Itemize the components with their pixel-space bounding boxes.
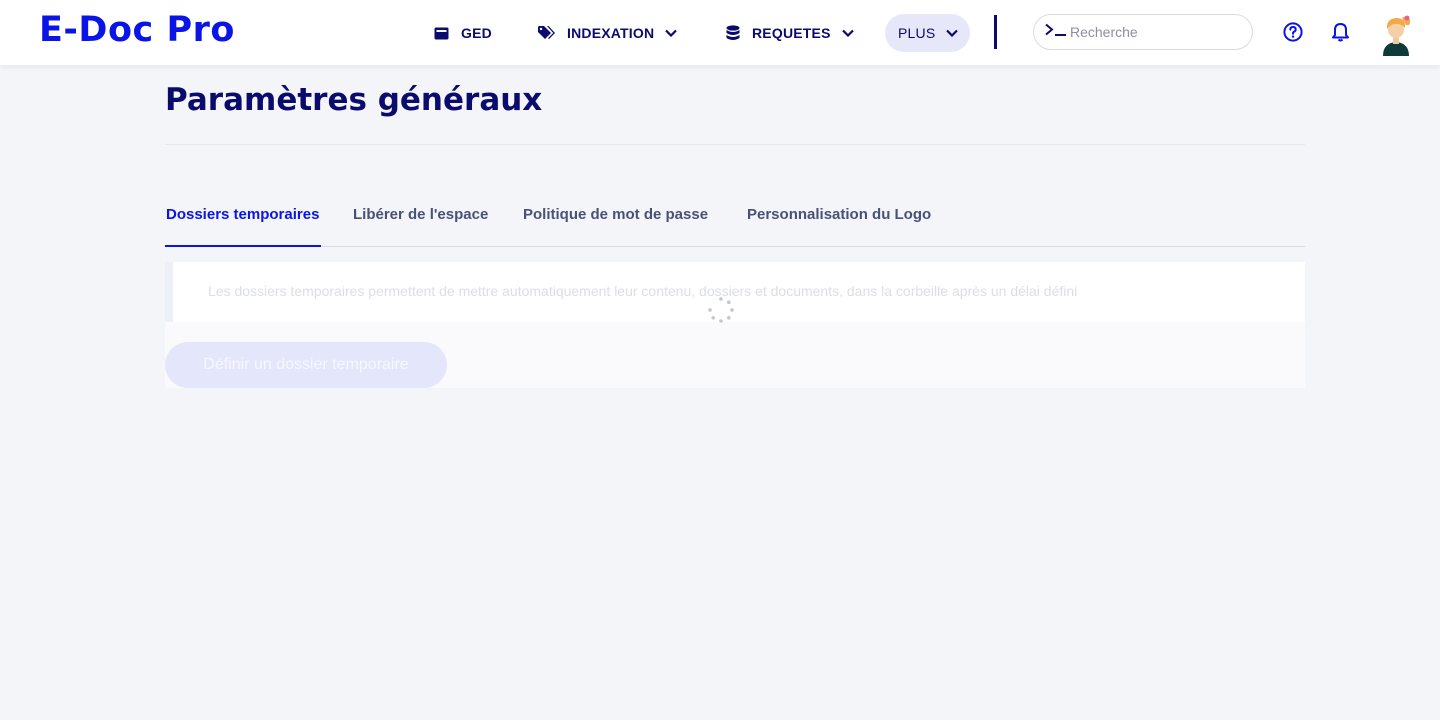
- database-icon: [726, 25, 740, 41]
- nav-indexation[interactable]: INDEXATION: [538, 14, 678, 52]
- title-divider: [165, 144, 1305, 145]
- nav-indexation-label: INDEXATION: [567, 25, 655, 41]
- settings-tabs: Dossiers temporaires Libérer de l'espace…: [165, 190, 1305, 247]
- terminal-prompt-icon: [1045, 23, 1067, 42]
- page-title: Paramètres généraux: [165, 82, 543, 118]
- search-box[interactable]: [1033, 14, 1253, 50]
- nav-requetes[interactable]: REQUETES: [726, 14, 854, 52]
- info-text: Les dossiers temporaires permettent de m…: [208, 283, 1078, 299]
- nav-plus[interactable]: PLUS: [885, 14, 970, 52]
- top-navigation-bar: E-Doc Pro GED INDEXATION REQUETES PLUS: [0, 0, 1440, 65]
- search-input[interactable]: [1070, 24, 1240, 40]
- tab-panel: Les dossiers temporaires permettent de m…: [165, 262, 1305, 388]
- define-temporary-folder-button[interactable]: Définir un dossier temporaire: [165, 342, 447, 388]
- app-logo[interactable]: E-Doc Pro: [39, 10, 235, 50]
- tab-liberer-espace[interactable]: Libérer de l'espace: [353, 206, 488, 223]
- archive-box-icon: [434, 27, 449, 40]
- bell-icon[interactable]: [1331, 22, 1350, 47]
- avatar[interactable]: [1377, 12, 1415, 58]
- chevron-down-icon: [841, 29, 854, 37]
- nav-requetes-label: REQUETES: [752, 25, 831, 41]
- chevron-down-icon: [946, 29, 959, 37]
- active-tab-indicator: [165, 245, 321, 247]
- nav-divider: [994, 15, 997, 49]
- nav-plus-label: PLUS: [898, 25, 936, 41]
- loading-spinner-icon: [708, 297, 734, 323]
- nav-ged[interactable]: GED: [434, 14, 492, 52]
- nav-ged-label: GED: [461, 25, 492, 41]
- tab-personnalisation-logo[interactable]: Personnalisation du Logo: [747, 206, 931, 223]
- tags-icon: [538, 26, 555, 40]
- tab-politique-mot-de-passe[interactable]: Politique de mot de passe: [523, 206, 708, 223]
- info-box: Les dossiers temporaires permettent de m…: [165, 262, 1305, 322]
- chevron-down-icon: [665, 29, 678, 37]
- help-circle-icon[interactable]: [1283, 22, 1303, 47]
- tab-dossiers-temporaires[interactable]: Dossiers temporaires: [166, 206, 319, 223]
